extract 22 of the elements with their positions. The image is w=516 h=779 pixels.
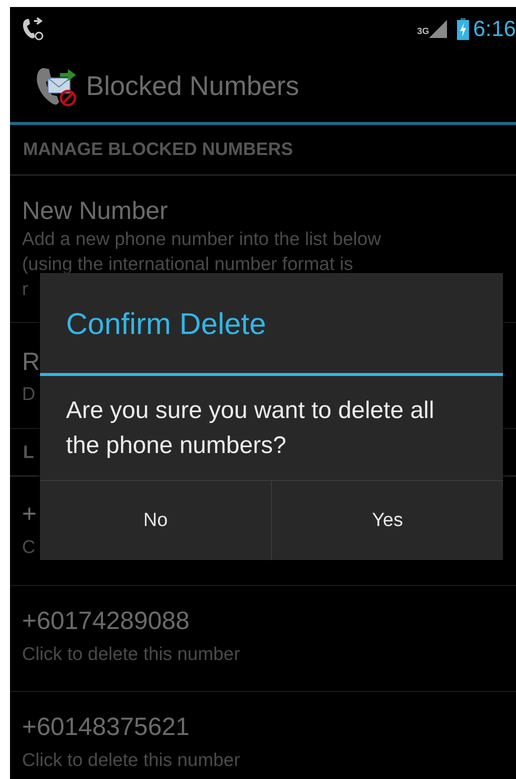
item-title[interactable]: +60174289088: [22, 606, 190, 636]
item-summary: Add a new phone number into the list below: [22, 227, 381, 251]
clock-time: 6:16: [473, 16, 516, 42]
item-summary: Click to delete this number: [22, 642, 240, 666]
section-header: MANAGE BLOCKED NUMBERS: [10, 125, 516, 176]
item-summary: Click to delete this number: [22, 748, 240, 772]
item-title[interactable]: +60148375621: [22, 712, 190, 742]
signal-icon: [429, 20, 448, 38]
dialog-button[interactable]: No: [40, 481, 271, 560]
battery-charging-icon: [457, 18, 470, 40]
call-forward-icon: [22, 16, 44, 40]
app-title: Blocked Numbers: [86, 70, 300, 102]
item-summary: (using the international number format is: [22, 252, 354, 276]
item-summary: D: [22, 382, 36, 406]
item-title[interactable]: R: [22, 347, 40, 377]
network-label: 3G: [417, 26, 430, 36]
dialog-button[interactable]: Yes: [271, 481, 503, 560]
item-title[interactable]: New Number: [22, 196, 168, 226]
item-summary: C: [22, 535, 36, 559]
item-summary: r: [22, 277, 28, 301]
item-title[interactable]: +: [22, 499, 37, 529]
dialog-title: Confirm Delete: [66, 307, 266, 342]
